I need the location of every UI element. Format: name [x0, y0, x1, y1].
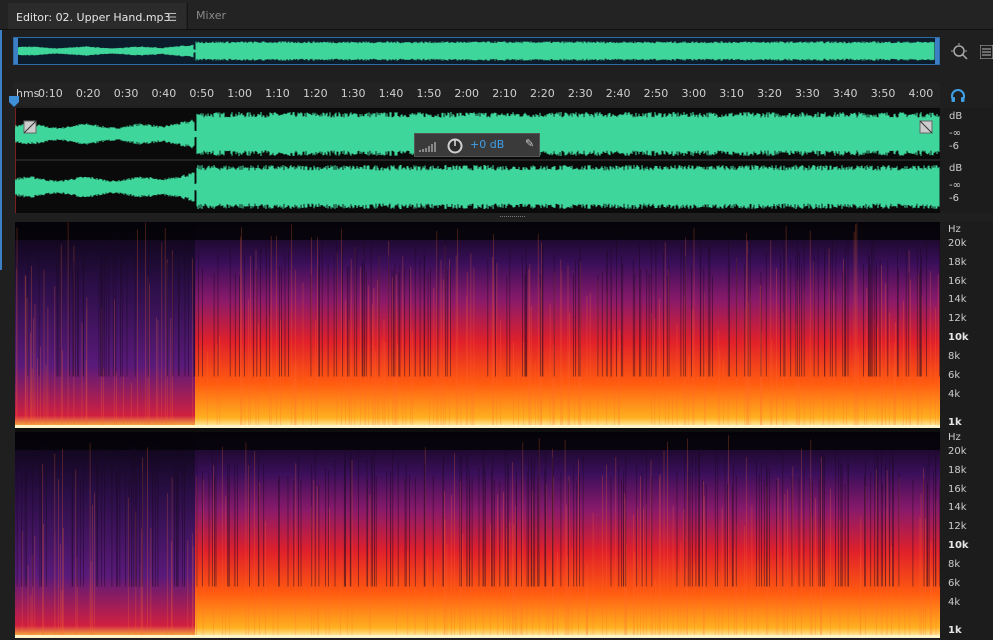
db-unit-2: dB: [949, 163, 963, 174]
tab-mixer-label: Mixer: [196, 9, 227, 22]
panel-menu-icon[interactable]: [980, 45, 993, 59]
hz-tick-label: 16k: [948, 276, 967, 287]
ruler-tick-label: 2:50: [643, 87, 669, 100]
panel-edge: [0, 30, 2, 270]
ruler-tick-label: 0:30: [113, 87, 139, 100]
db-label: -∞: [949, 180, 961, 191]
hz-unit: Hz: [948, 432, 961, 443]
time-ruler[interactable]: hms 0:10 0:20 0:30 0:40 0:50 1:00 1:10 1:20 1:30…: [13, 82, 940, 106]
hz-tick-label: 18k: [948, 257, 967, 268]
hz-tick-label: 6k: [948, 370, 961, 381]
hz-tick-label: 20k: [948, 446, 967, 457]
ruler-tick-label: 3:50: [870, 87, 896, 100]
hz-tick-label: 8k: [948, 559, 961, 570]
ruler-tick-label: 3:10: [719, 87, 744, 100]
ruler-tick-label: 3:20: [757, 87, 782, 100]
frequency-scale: Hz 20k 18k 16k 14k 12k 10k 8k 6k 4k 1k Hz 20k 18k 16k…: [940, 222, 993, 640]
hz-tick-label: 6k: [948, 578, 961, 589]
hz-tick-label: 12k: [948, 521, 967, 532]
ruler-tick-label: 0:10: [38, 87, 63, 100]
ruler-tick-label: 3:40: [832, 87, 858, 100]
ruler-tick-label: 4:00: [908, 87, 934, 100]
ruler-tick-label: 1:20: [302, 87, 328, 100]
hz-tick-label: 12k: [948, 313, 967, 324]
overview-waveform: [14, 38, 939, 64]
spectral-display[interactable]: [15, 222, 940, 638]
hud-value: +0 dB: [470, 138, 505, 151]
overview-navigator[interactable]: [13, 37, 940, 65]
db-label: -6: [949, 141, 959, 152]
tab-bar: Editor: 02. Upper Hand.mp3 ☰ Mixer: [0, 0, 993, 30]
hz-tick-label: 8k: [948, 351, 961, 362]
hz-tick-label: 10k: [948, 332, 969, 343]
amplitude-scale: dB -∞ -6 dB -∞ -6: [940, 108, 993, 213]
fade-out-handle: [919, 120, 933, 134]
ruler-tick-label: 2:10: [492, 87, 517, 100]
hz-tick-label: 14k: [948, 294, 967, 305]
playhead-marker[interactable]: [8, 96, 20, 108]
pin-icon[interactable]: ✎: [525, 137, 534, 150]
overview-right-handle: [935, 38, 939, 64]
overview-left-handle: [14, 38, 18, 64]
headphone-icon[interactable]: [950, 88, 966, 104]
hz-tick-label: 20k: [948, 238, 967, 249]
hz-tick-label: 4k: [948, 389, 961, 400]
tab-editor[interactable]: Editor: 02. Upper Hand.mp3 ☰: [8, 3, 186, 30]
ruler-tick-label: 2:40: [605, 87, 631, 100]
hz-tick-label: 10k: [948, 540, 969, 551]
hz-tick-label: 14k: [948, 502, 967, 513]
zoom-navigator-icon[interactable]: [950, 42, 970, 62]
ruler-tick-label: 1:10: [265, 87, 290, 100]
signal-bars-icon: [419, 142, 436, 152]
volume-knob-icon: [447, 138, 463, 154]
ruler-tick-label: 2:30: [567, 87, 593, 100]
tab-editor-label: Editor: 02. Upper Hand.mp3: [16, 11, 171, 24]
ruler-tick-label: 0:50: [189, 87, 215, 100]
ruler-tick-label: 1:40: [378, 87, 404, 100]
ruler-tick-label: 2:00: [454, 87, 480, 100]
panel-splitter[interactable]: [500, 215, 526, 218]
ruler-tick-label: 0:40: [151, 87, 177, 100]
ruler-tick-label: 0:20: [75, 87, 101, 100]
hz-unit: Hz: [948, 224, 961, 235]
hz-tick-label: 1k: [948, 417, 962, 428]
db-unit-1: dB: [949, 111, 963, 122]
ruler-tick-label: 3:30: [795, 87, 820, 100]
hz-tick-label: 4k: [948, 597, 961, 608]
db-label: -∞: [949, 128, 961, 139]
waveform-display[interactable]: [15, 108, 940, 213]
fade-in-handle: [23, 120, 37, 134]
db-label: -6: [949, 193, 959, 204]
tab-mixer[interactable]: Mixer: [187, 3, 250, 30]
volume-hud[interactable]: +0 dB ✎: [414, 133, 540, 157]
ruler-tick-label: 3:00: [681, 87, 707, 100]
hz-tick-label: 1k: [948, 625, 962, 636]
ruler-tick-label: 1:50: [416, 87, 442, 100]
hz-tick-label: 16k: [948, 484, 967, 495]
divider: [0, 29, 993, 30]
ruler-tick-label: 2:20: [530, 87, 555, 100]
hud-controls: [419, 138, 463, 154]
ruler-tick-label: 1:00: [227, 87, 252, 100]
hz-tick-label: 18k: [948, 465, 967, 476]
hamburger-icon[interactable]: ☰: [167, 5, 177, 31]
ruler-tick-label: 1:30: [340, 87, 366, 100]
